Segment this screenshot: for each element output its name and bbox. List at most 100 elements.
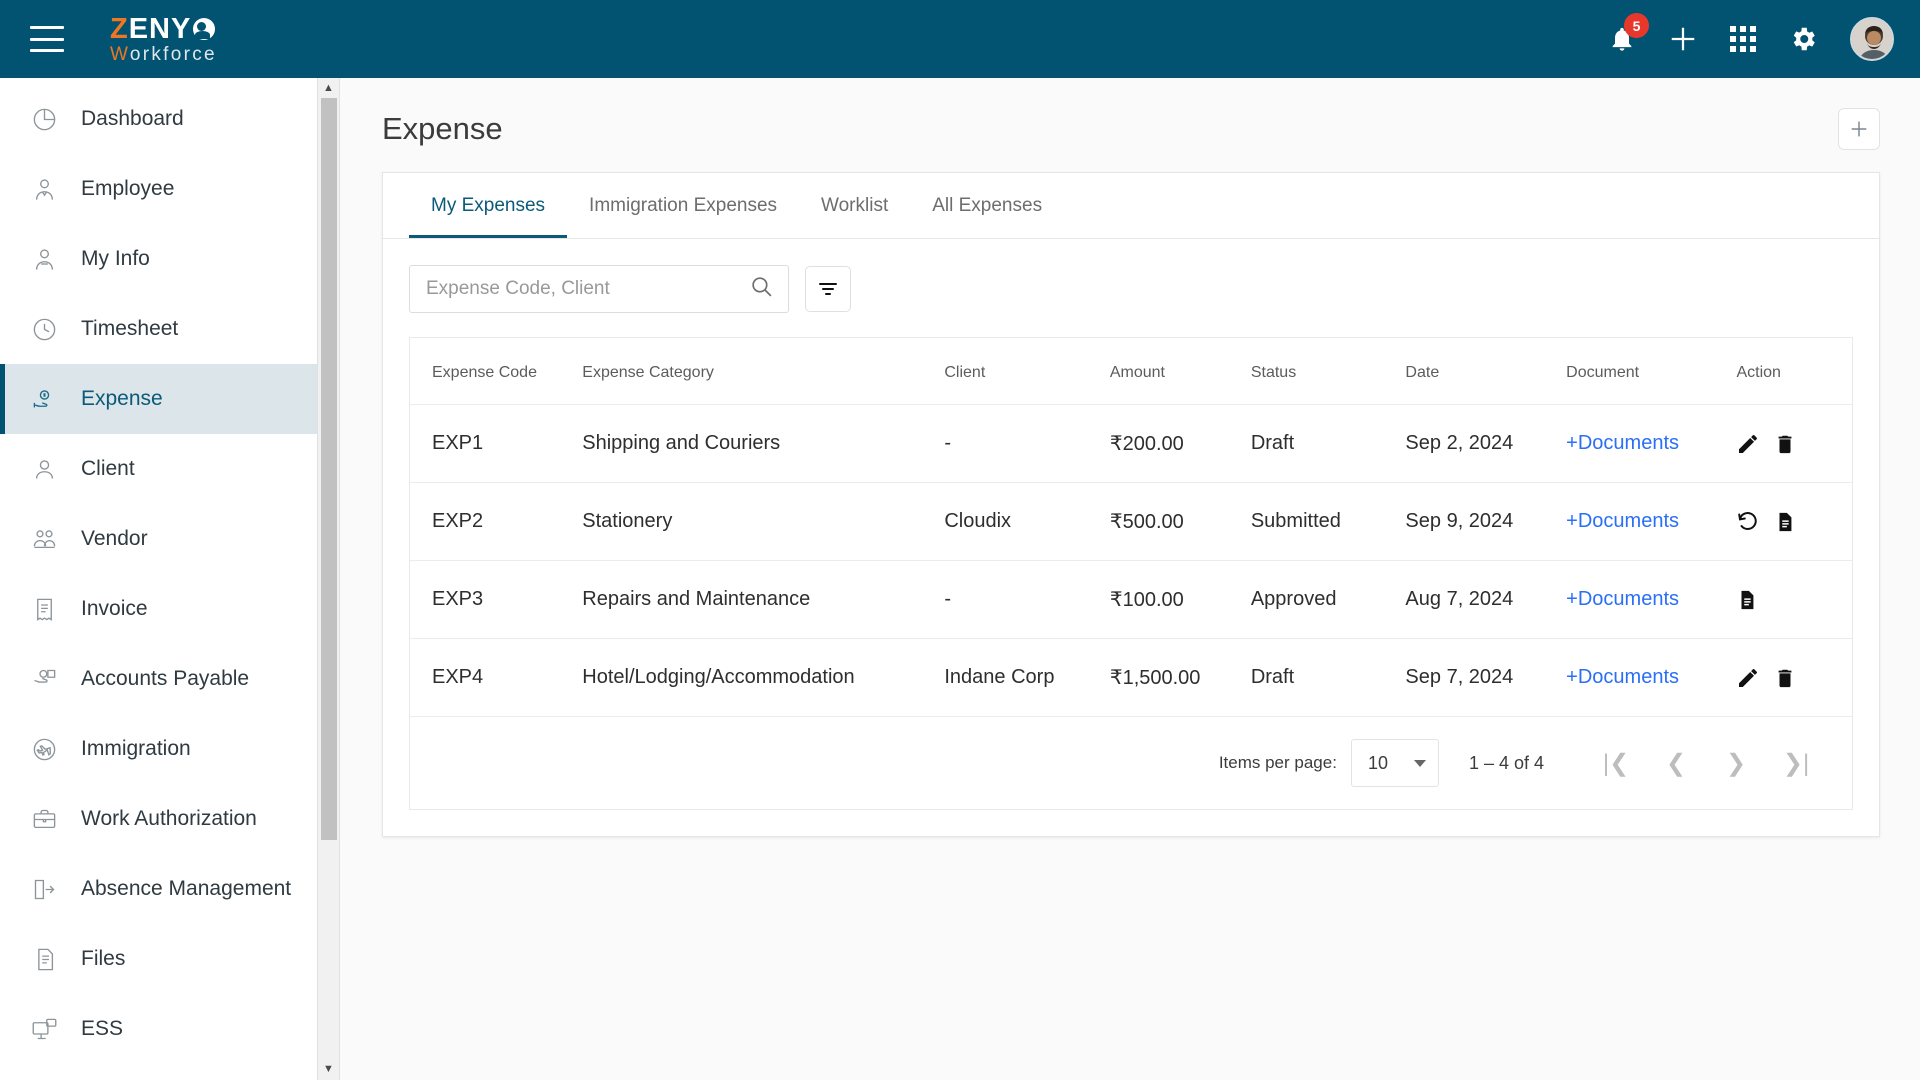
cell-expense-code: EXP3 xyxy=(410,560,583,639)
hamburger-menu-icon[interactable] xyxy=(30,26,64,52)
sidebar-item-label: Invoice xyxy=(81,597,148,620)
column-header-expense-category: Expense Category xyxy=(582,338,945,405)
sidebar-scroll-area: Dashboard Employee My Info Timesheet Exp… xyxy=(0,78,317,1080)
person-info-icon xyxy=(31,246,73,273)
last-page-button[interactable]: ❯| xyxy=(1766,749,1826,778)
cell-expense-code: EXP2 xyxy=(410,482,583,561)
logo-accent-letter: Z xyxy=(110,12,129,45)
documents-link[interactable]: +Documents xyxy=(1566,432,1679,454)
first-page-button[interactable]: |❮ xyxy=(1586,749,1646,778)
delete-icon[interactable] xyxy=(1774,432,1796,456)
documents-link[interactable]: +Documents xyxy=(1566,510,1679,532)
user-avatar[interactable] xyxy=(1850,17,1894,61)
sidebar-scrollbar[interactable]: ▲ ▼ xyxy=(317,78,339,1080)
sidebar-item-timesheet[interactable]: Timesheet xyxy=(0,294,317,364)
sidebar-item-accounts-payable[interactable]: Accounts Payable xyxy=(0,644,317,714)
plus-icon[interactable] xyxy=(1668,24,1698,54)
table-row[interactable]: EXP1 Shipping and Couriers - ₹200.00 Dra… xyxy=(410,404,1852,483)
revert-icon[interactable] xyxy=(1736,510,1760,534)
documents-link[interactable]: +Documents xyxy=(1566,588,1679,610)
bell-icon[interactable]: 5 xyxy=(1608,13,1649,54)
tab-bar: My Expenses Immigration Expenses Worklis… xyxy=(383,173,1879,239)
cell-document: +Documents xyxy=(1566,560,1737,639)
cell-status: Draft xyxy=(1250,638,1406,717)
edit-icon[interactable] xyxy=(1736,432,1760,456)
table-header: Expense Code Expense Category Client Amo… xyxy=(410,338,1852,405)
sidebar-item-vendor[interactable]: Vendor xyxy=(0,504,317,574)
column-header-status: Status xyxy=(1250,338,1406,405)
airplane-icon xyxy=(31,736,73,763)
tab-my-expenses[interactable]: My Expenses xyxy=(409,173,568,238)
sidebar-item-absence-management[interactable]: Absence Management xyxy=(0,854,317,924)
cell-expense-category: Repairs and Maintenance xyxy=(582,560,945,639)
sidebar-item-files[interactable]: Files xyxy=(0,924,317,994)
chevron-down-icon xyxy=(1413,759,1426,767)
sidebar-item-my-info[interactable]: My Info xyxy=(0,224,317,294)
table-row[interactable]: EXP4 Hotel/Lodging/Accommodation Indane … xyxy=(410,638,1852,717)
items-per-page-label: Items per page: xyxy=(1218,753,1337,772)
cell-status: Draft xyxy=(1250,404,1406,483)
cell-status: Approved xyxy=(1250,560,1406,639)
files-icon xyxy=(31,946,73,973)
edit-icon[interactable] xyxy=(1736,666,1760,690)
search-input[interactable] xyxy=(426,278,749,300)
scroll-up-icon[interactable]: ▲ xyxy=(323,80,334,97)
delete-icon[interactable] xyxy=(1774,666,1796,690)
scrollbar-track[interactable] xyxy=(320,97,337,1061)
cell-action xyxy=(1736,638,1852,717)
employee-icon xyxy=(31,176,73,203)
cell-date: Sep 9, 2024 xyxy=(1405,482,1567,561)
application-window: Z ENY Workforce 5 Dashboard Employee My … xyxy=(0,0,1920,1080)
cell-client: - xyxy=(944,560,1110,639)
document-icon[interactable] xyxy=(1774,510,1796,534)
table-row[interactable]: EXP3 Repairs and Maintenance - ₹100.00 A… xyxy=(410,560,1852,639)
expense-card: My Expenses Immigration Expenses Worklis… xyxy=(382,172,1880,837)
document-icon[interactable] xyxy=(1736,588,1758,612)
add-expense-button[interactable] xyxy=(1838,108,1880,150)
items-per-page-select[interactable]: 10 xyxy=(1350,739,1439,787)
sidebar-item-ess[interactable]: ESS xyxy=(0,994,317,1064)
invoice-icon xyxy=(31,596,73,623)
search-icon[interactable] xyxy=(749,274,774,304)
filter-button[interactable] xyxy=(805,266,851,312)
tab-worklist[interactable]: Worklist xyxy=(799,173,910,238)
cell-amount: ₹500.00 xyxy=(1109,482,1251,561)
search-field[interactable] xyxy=(409,265,789,313)
person-icon xyxy=(31,456,73,483)
sidebar-item-immigration[interactable]: Immigration xyxy=(0,714,317,784)
sidebar-item-label: Work Authorization xyxy=(81,807,257,830)
sidebar-item-expense[interactable]: Expense xyxy=(0,364,317,434)
cell-expense-category: Shipping and Couriers xyxy=(582,404,945,483)
plus-icon xyxy=(1851,121,1867,137)
logo-bottom-accent-letter: W xyxy=(110,43,130,65)
briefcase-icon xyxy=(31,806,73,833)
cell-document: +Documents xyxy=(1566,638,1737,717)
sidebar-item-label: Immigration xyxy=(81,737,191,760)
sidebar-item-dashboard[interactable]: Dashboard xyxy=(0,84,317,154)
sidebar-item-work-authorization[interactable]: Work Authorization xyxy=(0,784,317,854)
clock-icon xyxy=(31,316,73,343)
sidebar-item-client[interactable]: Client xyxy=(0,434,317,504)
column-header-client: Client xyxy=(944,338,1110,405)
cell-action xyxy=(1736,560,1852,639)
documents-link[interactable]: +Documents xyxy=(1566,666,1679,688)
scrollbar-thumb[interactable] xyxy=(320,98,337,840)
gear-icon[interactable] xyxy=(1788,24,1818,54)
tab-immigration-expenses[interactable]: Immigration Expenses xyxy=(567,173,799,238)
next-page-button[interactable]: ❯ xyxy=(1706,749,1766,778)
scroll-down-icon[interactable]: ▼ xyxy=(323,1061,334,1078)
filter-icon xyxy=(819,283,837,295)
sidebar-item-invoice[interactable]: Invoice xyxy=(0,574,317,644)
grid-apps-icon[interactable] xyxy=(1730,26,1756,52)
sidebar-item-employee[interactable]: Employee xyxy=(0,154,317,224)
sidebar-item-label: Files xyxy=(81,947,126,970)
column-header-action: Action xyxy=(1736,338,1852,405)
tab-all-expenses[interactable]: All Expenses xyxy=(910,173,1064,238)
page-title: Expense xyxy=(382,111,503,146)
vendor-icon xyxy=(31,526,73,553)
cell-action xyxy=(1736,404,1852,483)
previous-page-button[interactable]: ❮ xyxy=(1646,749,1706,778)
column-header-amount: Amount xyxy=(1109,338,1251,405)
items-per-page-value: 10 xyxy=(1367,752,1388,773)
table-row[interactable]: EXP2 Stationery Cloudix ₹500.00 Submitte… xyxy=(410,482,1852,561)
